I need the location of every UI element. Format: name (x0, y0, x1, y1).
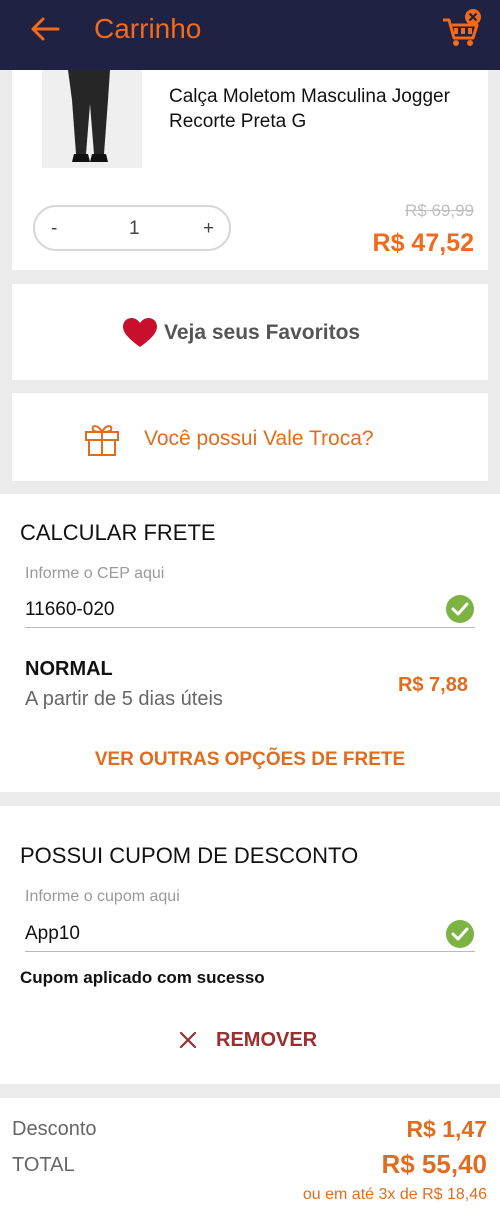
shipping-title: CALCULAR FRETE (20, 520, 216, 545)
discount-label: Desconto (12, 1118, 97, 1140)
discount-value: R$ 1,47 (406, 1116, 487, 1142)
current-price: R$ 47,52 (372, 229, 474, 257)
coupon-input[interactable]: App10 (25, 923, 80, 945)
decrease-quantity-button[interactable]: - (51, 218, 57, 240)
check-icon (446, 595, 474, 623)
remove-coupon-button[interactable]: REMOVER (178, 1026, 317, 1054)
coupon-success-message: Cupom aplicado com sucesso (20, 968, 265, 987)
total-value: R$ 55,40 (381, 1149, 487, 1179)
gift-icon (85, 425, 119, 456)
page-title: Carrinho (94, 13, 202, 44)
original-price: R$ 69,99 (405, 201, 474, 220)
shipping-option-name: NORMAL (25, 658, 113, 680)
more-shipping-options-link[interactable]: VER OUTRAS OPÇÕES DE FRETE (0, 749, 500, 771)
favorites-label: Veja seus Favoritos (164, 321, 361, 344)
heart-icon (123, 318, 157, 347)
cep-placeholder: Informe o CEP aqui (25, 565, 165, 582)
quantity-stepper: - 1 + (33, 205, 231, 251)
product-image[interactable] (42, 70, 142, 168)
total-label: TOTAL (12, 1154, 75, 1176)
coupon-title: POSSUI CUPOM DE DESCONTO (20, 843, 359, 868)
coupon-underline (25, 951, 475, 952)
close-icon (179, 1031, 197, 1049)
cart-remove-icon[interactable] (440, 8, 484, 48)
shipping-option-price: R$ 7,88 (397, 674, 468, 696)
shipping-option-desc: A partir de 5 dias úteis (25, 688, 223, 710)
vale-troca-link[interactable]: Você possui Vale Troca? (84, 421, 374, 457)
cep-input[interactable]: 11660-020 (25, 599, 114, 621)
back-arrow-icon[interactable] (28, 12, 62, 46)
increase-quantity-button[interactable]: + (203, 218, 214, 240)
product-name[interactable]: Calça Moletom Masculina Jogger Recorte P… (169, 84, 469, 134)
check-icon (446, 920, 474, 948)
coupon-placeholder: Informe o cupom aqui (25, 888, 180, 905)
favorites-link[interactable]: Veja seus Favoritos (122, 317, 360, 349)
installments-text: ou em até 3x de R$ 18,46 (302, 1186, 487, 1203)
vale-troca-label: Você possui Vale Troca? (144, 427, 374, 450)
app-header (0, 0, 500, 70)
cep-underline (25, 627, 475, 628)
remove-coupon-label: REMOVER (216, 1028, 318, 1051)
quantity-value: 1 (129, 218, 140, 239)
